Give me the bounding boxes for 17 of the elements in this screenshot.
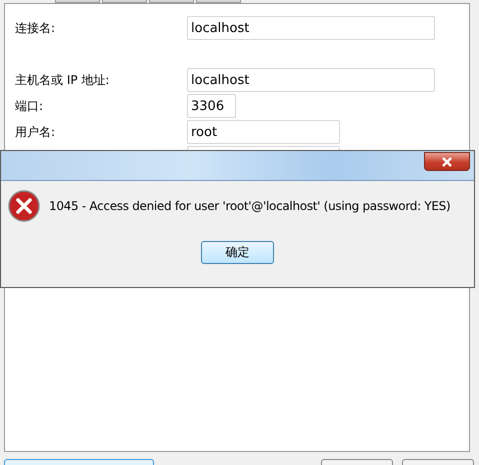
error-icon xyxy=(8,190,40,222)
input-field[interactable]: root xyxy=(187,120,340,144)
field-label: 用户名: xyxy=(15,124,56,140)
field-label: 连接名: xyxy=(15,20,56,36)
field-label: 端口: xyxy=(15,98,44,114)
tab[interactable] xyxy=(196,0,241,3)
close-button[interactable] xyxy=(424,152,470,171)
tab[interactable] xyxy=(149,0,194,3)
input-field[interactable]: 3306 xyxy=(187,94,236,118)
error-message: 1045 - Access denied for user 'root'@'localhost' (using password: YES) xyxy=(49,199,450,213)
field-label: 主机名或 IP 地址: xyxy=(15,72,110,88)
close-icon xyxy=(441,156,453,166)
tab[interactable] xyxy=(55,0,100,3)
tab[interactable] xyxy=(102,0,147,3)
ok-button[interactable]: 确定 xyxy=(201,241,274,264)
input-field[interactable]: localhost xyxy=(187,16,435,40)
input-field[interactable]: localhost xyxy=(187,68,435,92)
